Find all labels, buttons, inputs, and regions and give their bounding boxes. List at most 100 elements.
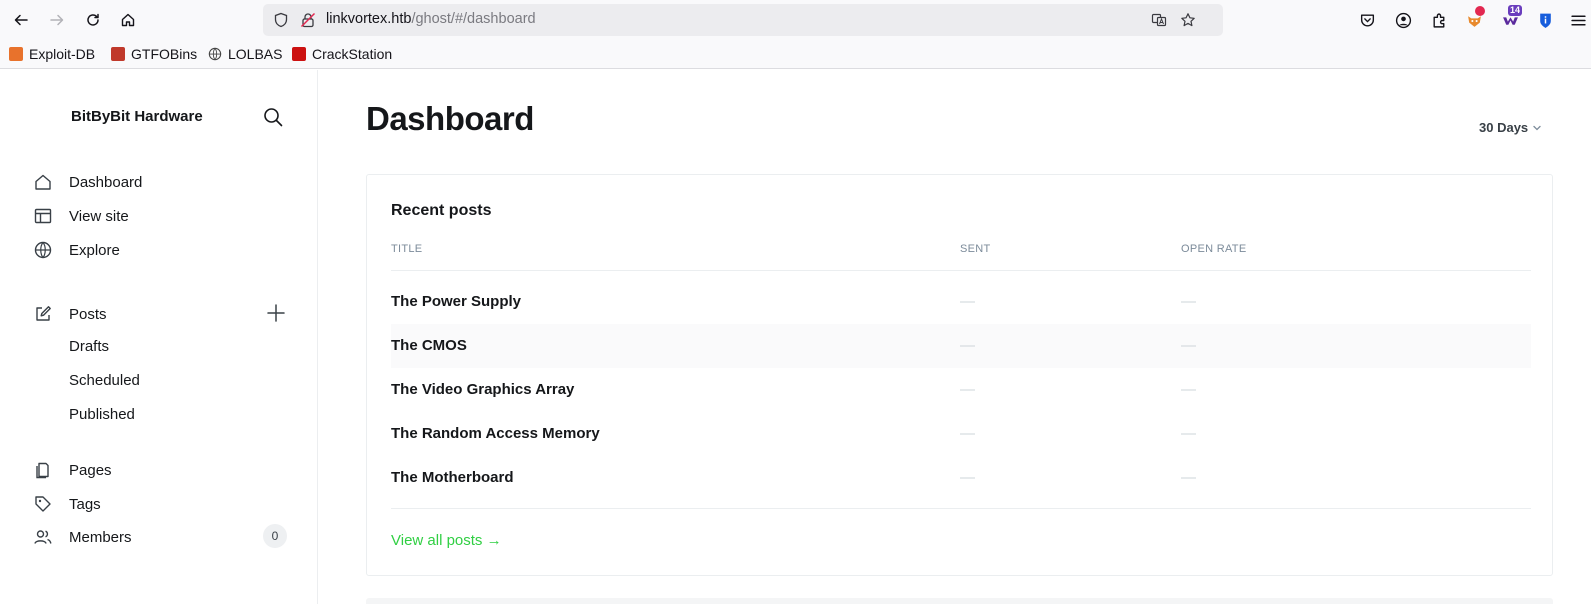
puzzle-icon [1432,13,1444,28]
next-card [366,598,1553,604]
nav-pages[interactable]: Pages [34,459,112,481]
post-open-rate: — [1181,469,1196,486]
site-title[interactable]: BitByBit Hardware [71,108,203,125]
bookmark-exploit-db[interactable]: Exploit-DB [9,45,95,63]
forward-button[interactable] [45,8,69,32]
globe-icon [34,241,52,259]
table-row[interactable]: The CMOS — — [391,324,1531,368]
members-icon [34,530,52,544]
bookmarks-toolbar: Exploit-DB GTFOBins LOLBAS CrackStation [0,40,1591,69]
arrow-right-icon [50,14,64,26]
members-count-badge: 0 [263,524,287,548]
post-open-rate: — [1181,293,1196,310]
insecure-lock-icon[interactable] [300,12,316,28]
nav-label: Dashboard [69,173,143,191]
bitwarden-shield-icon [1539,13,1551,28]
reload-button[interactable] [81,8,105,32]
post-sent: — [960,469,975,486]
divider [391,270,1531,271]
post-title[interactable]: The Video Graphics Array [391,381,574,398]
tag-icon [35,496,51,512]
pocket-button[interactable] [1357,10,1377,30]
post-open-rate: — [1181,381,1196,398]
nav-label: Posts [69,305,107,323]
view-all-posts-link[interactable]: View all posts → [391,532,502,549]
divider [391,508,1531,509]
extensions-button[interactable] [1429,10,1449,30]
table-row[interactable]: The Power Supply — — [391,280,1531,324]
bookmark-gtfobins[interactable]: GTFOBins [111,45,197,63]
bitwarden-extension[interactable] [1535,10,1555,30]
nav-view-site[interactable]: View site [34,205,129,227]
nav-published[interactable]: Published [69,406,135,423]
column-header-title: TITLE [391,243,423,255]
post-open-rate: — [1181,425,1196,442]
house-icon [121,13,135,27]
table-row[interactable]: The Video Graphics Array — — [391,368,1531,412]
column-header-open-rate: OPEN RATE [1181,243,1247,255]
arrow-left-icon [14,14,28,26]
bookmark-lolbas[interactable]: LOLBAS [208,45,282,63]
url-path: /ghost/#/dashboard [411,11,536,27]
url-text[interactable]: linkvortex.htb/ghost/#/dashboard [326,11,536,27]
table-row[interactable]: The Random Access Memory — — [391,412,1531,456]
post-sent: — [960,293,975,310]
account-icon [1395,12,1411,28]
post-open-rate: — [1181,337,1196,354]
account-button[interactable] [1393,10,1413,30]
card-title: Recent posts [391,202,492,219]
page-title: Dashboard [366,100,534,137]
back-button[interactable] [9,8,33,32]
url-bar[interactable]: linkvortex.htb/ghost/#/dashboard [263,4,1223,36]
post-title[interactable]: The Random Access Memory [391,425,600,442]
wappalyzer-extension[interactable]: 14 [1500,5,1523,30]
post-title[interactable]: The CMOS [391,337,467,354]
bookmark-label: GTFOBins [131,46,198,62]
nav-members[interactable]: Members [34,526,132,548]
nav-scheduled[interactable]: Scheduled [69,372,140,389]
post-title[interactable]: The Motherboard [391,469,514,486]
table-row[interactable]: The Motherboard — — [391,456,1531,500]
browser-toolbar: linkvortex.htb/ghost/#/dashboard 14 [0,0,1591,40]
date-range-value: 30 Days [1479,120,1529,135]
chevron-down-icon [1533,125,1541,130]
post-sent: — [960,425,975,442]
edit-icon [36,306,51,321]
nav-explore[interactable]: Explore [34,239,120,261]
search-icon[interactable] [262,106,284,128]
gtfobins-favicon [111,47,125,61]
exploit-db-favicon [9,47,23,61]
url-host: linkvortex.htb [326,11,412,27]
nav-label: Explore [69,241,120,259]
home-button[interactable] [116,8,140,32]
bookmark-label: Exploit-DB [29,46,96,62]
bookmark-crackstation[interactable]: CrackStation [292,45,392,63]
date-range-select[interactable]: 30 Days [1479,120,1542,135]
nav-tags[interactable]: Tags [34,493,101,515]
new-post-plus-icon[interactable] [266,303,286,323]
layout-icon [34,208,52,224]
admin-sidebar: BitByBit Hardware Dashboard View site Ex… [0,70,318,604]
crackstation-favicon [292,47,306,61]
shield-icon[interactable] [273,12,289,28]
post-sent: — [960,337,975,354]
reload-icon [87,13,99,26]
pocket-icon [1360,13,1374,26]
translate-icon[interactable] [1151,12,1167,28]
nav-posts[interactable]: Posts [34,303,107,325]
nav-dashboard[interactable]: Dashboard [34,171,142,193]
bookmark-star-icon[interactable] [1180,12,1196,28]
nav-label: Members [69,528,132,546]
extension-badge-count: 14 [1508,5,1523,16]
post-title[interactable]: The Power Supply [391,293,521,310]
nav-label: View site [69,207,129,225]
home-icon [35,174,51,190]
pages-icon [36,462,49,479]
bookmark-label: CrackStation [312,46,393,62]
nav-drafts[interactable]: Drafts [69,338,109,355]
foxyproxy-extension[interactable] [1464,6,1485,30]
app-menu-button[interactable] [1568,10,1588,30]
hamburger-menu-icon [1570,14,1586,26]
column-header-sent: SENT [960,243,991,255]
nav-label: Pages [69,461,112,479]
